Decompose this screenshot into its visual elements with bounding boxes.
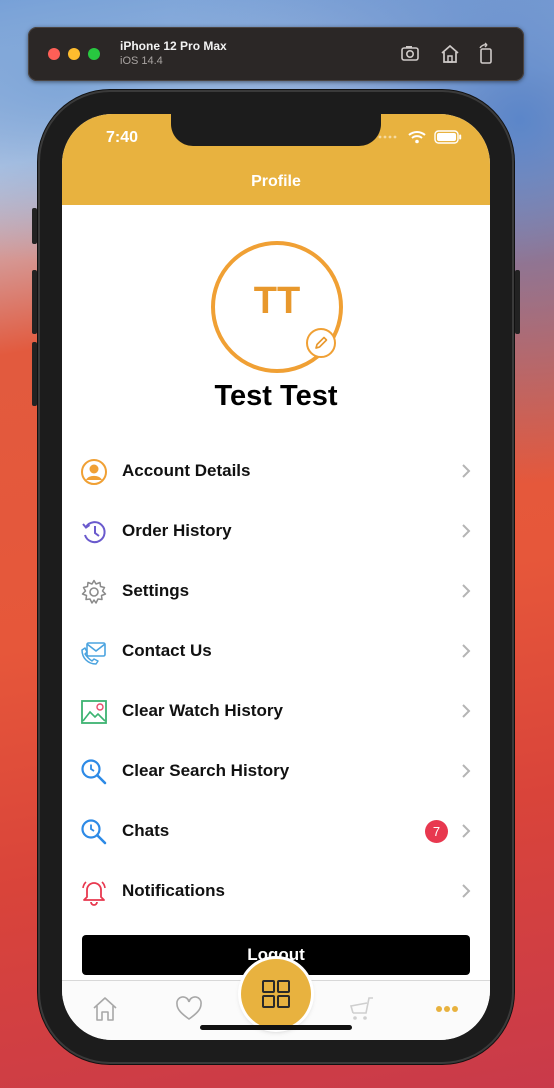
search-icon [80, 818, 108, 846]
rotate-icon [479, 42, 492, 64]
history-icon [80, 518, 108, 546]
chevron-right-icon [462, 584, 471, 598]
menu-label: Account Details [122, 461, 251, 480]
home-icon [441, 44, 459, 63]
chevron-right-icon [462, 824, 471, 838]
menu-item-order-history[interactable]: Order History [62, 501, 490, 561]
chevron-right-icon [462, 884, 471, 898]
chevron-right-icon [462, 764, 471, 778]
menu-item-chats[interactable]: Chats 7 [62, 801, 490, 861]
phone-frame: 7:40 Profile TT Test Test Account Detail… [32, 90, 520, 1064]
volume-up-button [32, 270, 37, 334]
chat-count-badge: 7 [425, 820, 448, 843]
rotate-button[interactable] [474, 42, 498, 66]
gear-icon [80, 578, 108, 606]
home-icon [93, 997, 117, 1021]
simulator-device-name: iPhone 12 Pro Max [120, 39, 227, 53]
profile-name: Test Test [214, 380, 338, 412]
menu-item-contact-us[interactable]: Contact Us [62, 621, 490, 681]
pencil-icon [315, 336, 328, 349]
volume-down-button [32, 342, 37, 406]
signal-dots-icon [378, 135, 397, 139]
status-icons [378, 130, 462, 144]
simulator-toolbar: iPhone 12 Pro Max iOS 14.4 [28, 27, 524, 81]
status-time: 7:40 [106, 129, 139, 146]
heart-icon [176, 996, 202, 1020]
menu-item-notifications[interactable]: Notifications [62, 861, 490, 921]
menu-label: Contact Us [122, 641, 212, 660]
menu-label: Notifications [122, 881, 225, 900]
bell-icon [80, 878, 108, 906]
home-button[interactable] [438, 42, 462, 66]
chevron-right-icon [462, 524, 471, 538]
mail-phone-icon [80, 638, 108, 666]
battery-icon [434, 130, 462, 144]
screenshot-button[interactable] [399, 42, 423, 66]
grid-icon [262, 980, 290, 1008]
screenshot-icon [401, 46, 419, 61]
power-button [515, 270, 520, 334]
mute-switch [32, 208, 37, 244]
menu-label: Chats [122, 821, 170, 840]
menu-item-settings[interactable]: Settings [62, 561, 490, 621]
wifi-icon [408, 131, 426, 144]
categories-button[interactable] [241, 959, 311, 1029]
menu-label: Clear Search History [122, 761, 290, 780]
phone-screen: 7:40 Profile TT Test Test Account Detail… [62, 114, 490, 1040]
menu-label: Clear Watch History [122, 701, 283, 720]
menu-item-account-details[interactable]: Account Details [62, 441, 490, 501]
tab-cart[interactable] [345, 993, 377, 1025]
tab-favorites[interactable] [173, 993, 205, 1025]
image-history-icon [80, 698, 108, 726]
home-indicator[interactable] [200, 1025, 352, 1030]
more-dots-icon [436, 1006, 458, 1012]
close-window-button[interactable] [48, 48, 60, 60]
chevron-right-icon [462, 464, 471, 478]
simulator-os-version: iOS 14.4 [120, 55, 163, 67]
user-circle-icon [80, 458, 108, 486]
edit-avatar-button[interactable] [306, 328, 336, 358]
menu-label: Order History [122, 521, 232, 540]
page-title: Profile [251, 173, 301, 190]
search-icon [80, 758, 108, 786]
tab-home[interactable] [89, 993, 121, 1025]
maximize-window-button[interactable] [88, 48, 100, 60]
menu-item-clear-watch-history[interactable]: Clear Watch History [62, 681, 490, 741]
tab-more[interactable] [431, 993, 463, 1025]
profile-menu: Account Details Order History Settings C… [62, 441, 490, 921]
menu-item-clear-search-history[interactable]: Clear Search History [62, 741, 490, 801]
chevron-right-icon [462, 704, 471, 718]
cart-icon [349, 997, 373, 1020]
menu-label: Settings [122, 581, 190, 600]
minimize-window-button[interactable] [68, 48, 80, 60]
notch [171, 114, 381, 146]
chevron-right-icon [462, 644, 471, 658]
